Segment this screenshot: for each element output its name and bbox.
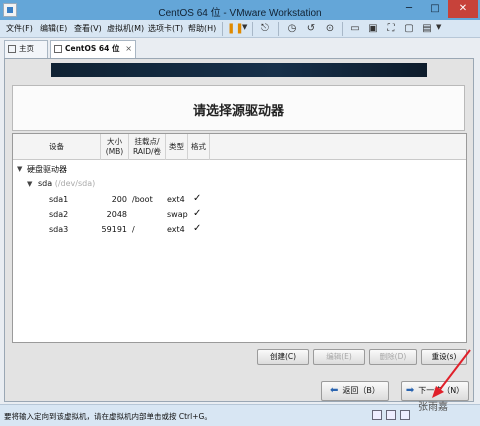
column-mount: 挂载点/ RAID/卷 bbox=[129, 134, 166, 160]
installer-header: 请选择源驱动器 bbox=[12, 85, 465, 131]
toolbar-separator bbox=[222, 22, 223, 36]
format-check-icon: ✓ bbox=[193, 193, 202, 204]
hdd-icon[interactable] bbox=[372, 410, 382, 420]
tab-centos-label: CentOS 64 位 bbox=[65, 44, 120, 53]
maximize-button[interactable]: □ bbox=[422, 0, 448, 18]
next-button-label: 下一步（N） bbox=[418, 386, 465, 395]
tab-bar: 主页 CentOS 64 位 × bbox=[4, 40, 476, 58]
create-button[interactable]: 创建(C) bbox=[257, 349, 309, 365]
expand-triangle-icon[interactable]: ▼ bbox=[17, 165, 22, 173]
menu-file[interactable]: 文件(F) bbox=[6, 23, 33, 34]
menu-edit[interactable]: 编辑(E) bbox=[40, 23, 67, 34]
back-button-label: 返回（B） bbox=[342, 386, 380, 395]
tab-home[interactable]: 主页 bbox=[4, 40, 48, 58]
title-bar: CentOS 64 位 - VMware Workstation ─ □ ✕ bbox=[0, 0, 480, 20]
partition-name: sda2 bbox=[49, 210, 69, 219]
expand-triangle-icon[interactable]: ▼ bbox=[27, 180, 32, 188]
toolbar-separator bbox=[342, 22, 343, 36]
partition-size: 2048 bbox=[106, 210, 127, 219]
network-icon[interactable] bbox=[400, 410, 410, 420]
toolbar-separator bbox=[278, 22, 279, 36]
installer-banner bbox=[51, 63, 427, 77]
partition-name: sda1 bbox=[49, 195, 69, 204]
partition-type: ext4 bbox=[167, 195, 185, 204]
vm-console[interactable]: 请选择源驱动器 设备 大小 (MB) 挂载点/ RAID/卷 类型 格式 ▼ 硬… bbox=[4, 58, 474, 402]
tab-home-label: 主页 bbox=[19, 44, 34, 53]
menu-help[interactable]: 帮助(H) bbox=[188, 23, 216, 34]
partition-name: sda3 bbox=[49, 225, 69, 234]
quick-switch-icon[interactable]: ▣ bbox=[366, 22, 380, 36]
disk-path: (/dev/sda) bbox=[54, 179, 96, 188]
tab-close-icon[interactable]: × bbox=[125, 41, 132, 57]
column-device: 设备 bbox=[13, 134, 101, 160]
arrow-left-icon: ⬅ bbox=[330, 385, 339, 396]
partition-type: swap bbox=[167, 210, 188, 219]
column-size: 大小 (MB) bbox=[101, 134, 129, 160]
vm-icon bbox=[54, 45, 62, 53]
menu-view[interactable]: 查看(V) bbox=[74, 23, 102, 34]
chevron-down-icon[interactable]: ▼ bbox=[242, 23, 247, 31]
back-button[interactable]: ⬅ 返回（B） bbox=[321, 381, 389, 401]
page-title: 请选择源驱动器 bbox=[192, 104, 284, 119]
disk-name: sda bbox=[38, 179, 53, 188]
minimize-button[interactable]: ─ bbox=[396, 0, 422, 18]
snapshot-icon[interactable]: ◷ bbox=[285, 22, 299, 36]
partition-size: 59191 bbox=[101, 225, 127, 234]
status-message: 要将输入定向到该虚拟机，请在虚拟机内部单击或按 Ctrl+G。 bbox=[4, 412, 212, 421]
reset-button[interactable]: 重设(s) bbox=[421, 349, 467, 365]
snapshot-manager-icon[interactable]: ⊙ bbox=[323, 22, 337, 36]
delete-button[interactable]: 删除(D) bbox=[369, 349, 417, 365]
fullscreen-icon[interactable]: ⛶ bbox=[384, 22, 398, 36]
revert-snapshot-icon[interactable]: ↺ bbox=[304, 22, 318, 36]
tree-group-label[interactable]: 硬盘驱动器 bbox=[27, 164, 67, 175]
toolbar-separator bbox=[252, 22, 253, 36]
edit-button[interactable]: 编辑(E) bbox=[313, 349, 365, 365]
status-bar: 要将输入定向到该虚拟机，请在虚拟机内部单击或按 Ctrl+G。 bbox=[0, 404, 480, 426]
close-button[interactable]: ✕ bbox=[448, 0, 478, 18]
format-check-icon: ✓ bbox=[193, 223, 202, 234]
send-keys-icon[interactable]: ⎋ bbox=[258, 22, 272, 36]
unity-icon[interactable]: ▢ bbox=[402, 22, 416, 36]
watermark-text: 张雨嘉 bbox=[418, 402, 448, 413]
partition-mount: / bbox=[132, 225, 135, 234]
arrow-right-icon: ➡ bbox=[405, 385, 415, 396]
pause-icon[interactable]: ❚❚ bbox=[227, 22, 244, 36]
chevron-down-icon[interactable]: ▼ bbox=[436, 23, 441, 31]
partition-mount: /boot bbox=[132, 195, 153, 204]
menu-tabs[interactable]: 选项卡(T) bbox=[148, 23, 183, 34]
library-icon[interactable]: ▭ bbox=[348, 22, 362, 36]
partition-size: 200 bbox=[111, 195, 127, 204]
format-check-icon: ✓ bbox=[193, 208, 202, 219]
home-icon bbox=[8, 45, 16, 53]
tree-header: 设备 大小 (MB) 挂载点/ RAID/卷 类型 格式 bbox=[13, 134, 466, 160]
partition-type: ext4 bbox=[167, 225, 185, 234]
device-tree[interactable]: 设备 大小 (MB) 挂载点/ RAID/卷 类型 格式 ▼ 硬盘驱动器 ▼ s… bbox=[12, 133, 467, 343]
cdrom-icon[interactable] bbox=[386, 410, 396, 420]
menu-bar: 文件(F) 编辑(E) 查看(V) 虚拟机(M) 选项卡(T) 帮助(H) ❚❚… bbox=[0, 20, 480, 38]
menu-vm[interactable]: 虚拟机(M) bbox=[107, 23, 144, 34]
column-type: 类型 bbox=[166, 134, 188, 160]
tab-centos[interactable]: CentOS 64 位 × bbox=[50, 40, 136, 58]
column-format: 格式 bbox=[188, 134, 210, 160]
console-view-icon[interactable]: ▤ bbox=[420, 22, 434, 36]
tree-disk-label[interactable]: sda (/dev/sda) bbox=[38, 179, 95, 188]
